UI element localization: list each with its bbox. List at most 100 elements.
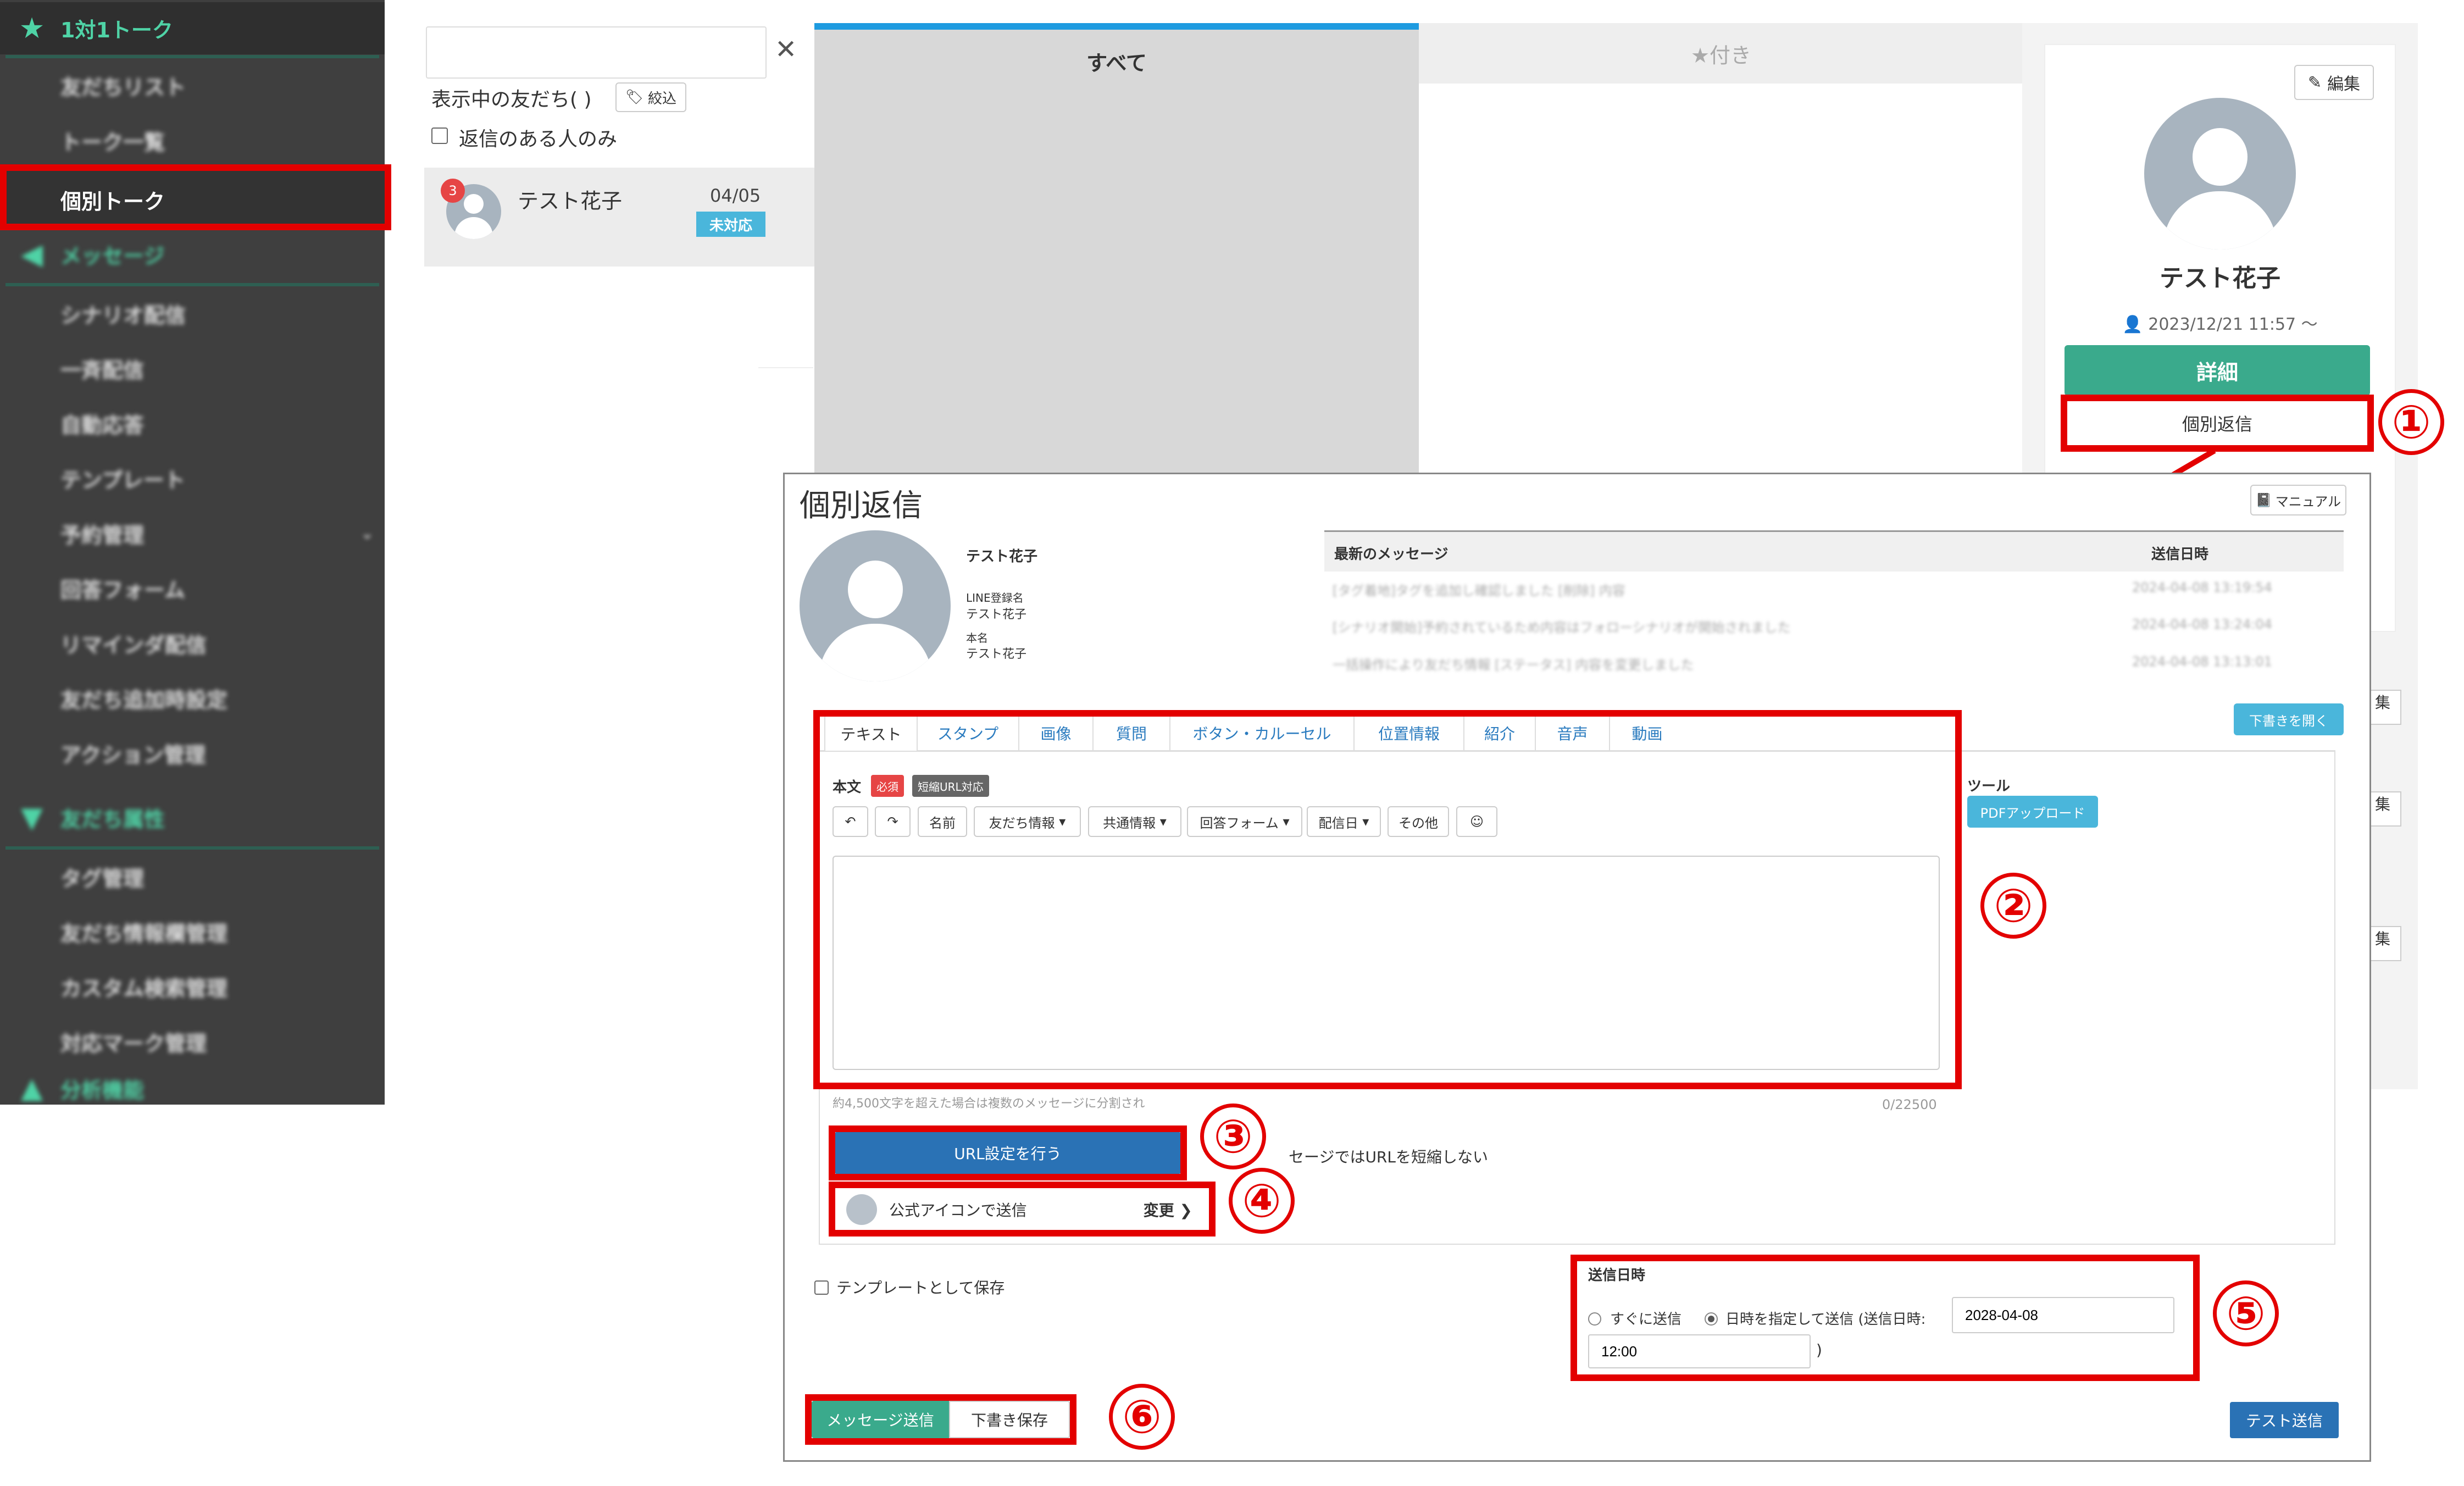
- sidebar-item-label: 一斉配信: [60, 358, 145, 382]
- message-row-text: [シナリオ開始]予約されているため内容はフォローシナリオが開始されました: [1333, 620, 1791, 635]
- sidebar-item-label: テンプレート: [60, 468, 185, 492]
- divider: [5, 55, 379, 58]
- message-row-date: 2024-04-08 13:19:54: [2132, 580, 2272, 595]
- filter-button[interactable]: 🏷 絞込: [615, 82, 687, 112]
- line-name-value: テスト花子: [966, 608, 1027, 622]
- split-note: 約4,500文字を超えた場合は複数のメッセージに分割され: [833, 1097, 1145, 1111]
- tab-active-indicator: [814, 23, 1419, 30]
- callout-1: ①: [2378, 389, 2444, 455]
- partial-edit-button[interactable]: 集: [2368, 926, 2401, 961]
- sidebar-item-label: タグ管理: [60, 866, 145, 891]
- star-icon: ★: [19, 12, 45, 45]
- sidebar-item-mark[interactable]: 対応マーク管理: [0, 1017, 385, 1066]
- manual-button[interactable]: 📓 マニュアル: [2250, 485, 2346, 515]
- sidebar-header-talk[interactable]: ★ 1対1トーク: [0, 2, 385, 54]
- profile-since: 👤 2023/12/21 11:57 〜: [2044, 310, 2396, 335]
- sidebar-item-action[interactable]: アクション管理: [0, 728, 385, 778]
- detail-button[interactable]: 詳細: [2065, 345, 2370, 396]
- status-badge: 未対応: [696, 212, 765, 237]
- book-icon: 📓: [2255, 492, 2272, 508]
- pdf-upload-button[interactable]: PDFアップロード: [1967, 796, 2098, 828]
- friend-search-input[interactable]: [426, 26, 767, 79]
- message-row-date: 2024-04-08 13:24:04: [2132, 617, 2272, 632]
- edit-button[interactable]: ✎ 編集: [2294, 65, 2374, 100]
- manual-label: マニュアル: [2275, 494, 2341, 509]
- sidebar-header-label: 1対1トーク: [60, 18, 173, 42]
- unread-badge: 3: [441, 179, 465, 203]
- since-text: 2023/12/21 11:57 〜: [2148, 315, 2318, 334]
- sidebar-item-label: 回答フォーム: [60, 578, 185, 602]
- profile-name: テスト花子: [2160, 264, 2280, 292]
- sidebar-item-label: 予約管理: [60, 523, 145, 547]
- friend-name: テスト花子: [518, 189, 623, 213]
- sidebar-header-label: 分析機能: [60, 1078, 145, 1102]
- sidebar-item-friend-info[interactable]: 友だち情報欄管理: [0, 907, 385, 956]
- sidebar-item-answer-form[interactable]: 回答フォーム: [0, 563, 385, 613]
- sidebar-item-label: シナリオ配信: [60, 303, 186, 328]
- sidebar-item-label: アクション管理: [60, 742, 206, 767]
- real-name-label: 本名: [966, 631, 988, 645]
- real-name-value: テスト花子: [966, 647, 1027, 661]
- sidebar-item-tag[interactable]: タグ管理: [0, 852, 385, 901]
- sidebar-item-template[interactable]: テンプレート: [0, 453, 385, 503]
- sidebar-item-reminder[interactable]: リマインダ配信: [0, 618, 385, 668]
- sidebar-item-friend-add-setting[interactable]: 友だち追加時設定: [0, 673, 385, 723]
- chart-icon: ▲: [21, 1072, 43, 1105]
- sidebar-item-scenario[interactable]: シナリオ配信: [0, 289, 385, 338]
- url-note: セージではURLを短縮しない: [1289, 1148, 1488, 1166]
- col-header-message: 最新のメッセージ: [1334, 546, 1449, 563]
- sidebar-header-label: 友だち属性: [60, 807, 165, 831]
- sidebar-header-label: メッセージ: [60, 244, 165, 268]
- sidebar-item-label: 友だちリスト: [60, 75, 186, 99]
- friend-list-item[interactable]: 3 テスト花子 04/05 未対応: [424, 168, 814, 267]
- col-header-date: 送信日時: [2151, 546, 2209, 563]
- sidebar-item-label: 対応マーク管理: [60, 1031, 207, 1056]
- line-name-label: LINE登録名: [966, 591, 1024, 605]
- tab-starred[interactable]: ★付き: [1419, 23, 2023, 84]
- highlight-url-button: [829, 1125, 1187, 1180]
- sidebar-item-custom-search[interactable]: カスタム検索管理: [0, 962, 385, 1011]
- sidebar-header-analysis[interactable]: ▲ 分析機能: [0, 1072, 385, 1105]
- sidebar-item-broadcast[interactable]: 一斉配信: [0, 343, 385, 393]
- callout-6: ⑥: [1109, 1384, 1175, 1450]
- partial-edit-button[interactable]: 集: [2368, 791, 2401, 827]
- modal-title: 個別返信: [800, 488, 923, 524]
- showing-friends-label: 表示中の友だち( ): [431, 88, 592, 111]
- filter-label: 絞込: [648, 90, 677, 107]
- sidebar-item-reservation[interactable]: 予約管理 ⌄: [0, 508, 385, 558]
- sidebar-item-talk-list[interactable]: トーク一覧: [0, 115, 385, 165]
- save-template-label: テンプレートとして保存: [836, 1279, 1005, 1297]
- tab-all[interactable]: すべて: [814, 30, 1419, 93]
- highlight-individual-talk: [0, 164, 391, 230]
- callout-2: ②: [1980, 873, 2046, 939]
- sidebar-item-friend-list[interactable]: 友だちリスト: [0, 60, 385, 110]
- sidebar-item-label: 友だち情報欄管理: [60, 921, 228, 946]
- test-send-button[interactable]: テスト送信: [2230, 1402, 2339, 1438]
- save-template-checkbox[interactable]: [814, 1280, 829, 1295]
- partial-edit-button[interactable]: 集: [2368, 690, 2401, 725]
- reply-only-label: 返信のある人のみ: [459, 128, 618, 151]
- callout-4: ④: [1229, 1168, 1295, 1234]
- sidebar-header-message[interactable]: ◀ メッセージ: [0, 228, 385, 280]
- highlight-icon-send: [829, 1182, 1216, 1237]
- edit-label: 編集: [2327, 75, 2361, 94]
- divider: [5, 846, 379, 850]
- open-draft-button[interactable]: 下書きを開く: [2234, 703, 2344, 735]
- sidebar-header-friend-attr[interactable]: ▼ 友だち属性: [0, 791, 385, 844]
- highlight-send-time: [1570, 1255, 2200, 1381]
- edit-icon: ✎: [2307, 73, 2322, 92]
- modal-user-avatar: [800, 530, 951, 681]
- divider: [758, 367, 813, 368]
- callout-5: ⑤: [2213, 1280, 2279, 1346]
- highlight-editor: [813, 710, 1962, 1089]
- highlight-reply-button: [2061, 395, 2374, 452]
- friend-date: 04/05: [710, 185, 761, 206]
- clear-search-icon[interactable]: ✕: [775, 34, 797, 65]
- char-count: 0/22500: [1882, 1097, 1937, 1112]
- callout-3: ③: [1200, 1104, 1266, 1169]
- sidebar-item-label: 自動応答: [60, 413, 145, 437]
- reply-only-checkbox[interactable]: [431, 127, 448, 144]
- megaphone-icon: ◀: [21, 238, 43, 271]
- sidebar-item-auto-reply[interactable]: 自動応答: [0, 398, 385, 448]
- message-row-text: 一括操作により友だち情報 [ステータス] 内容を変更しました: [1333, 657, 1694, 673]
